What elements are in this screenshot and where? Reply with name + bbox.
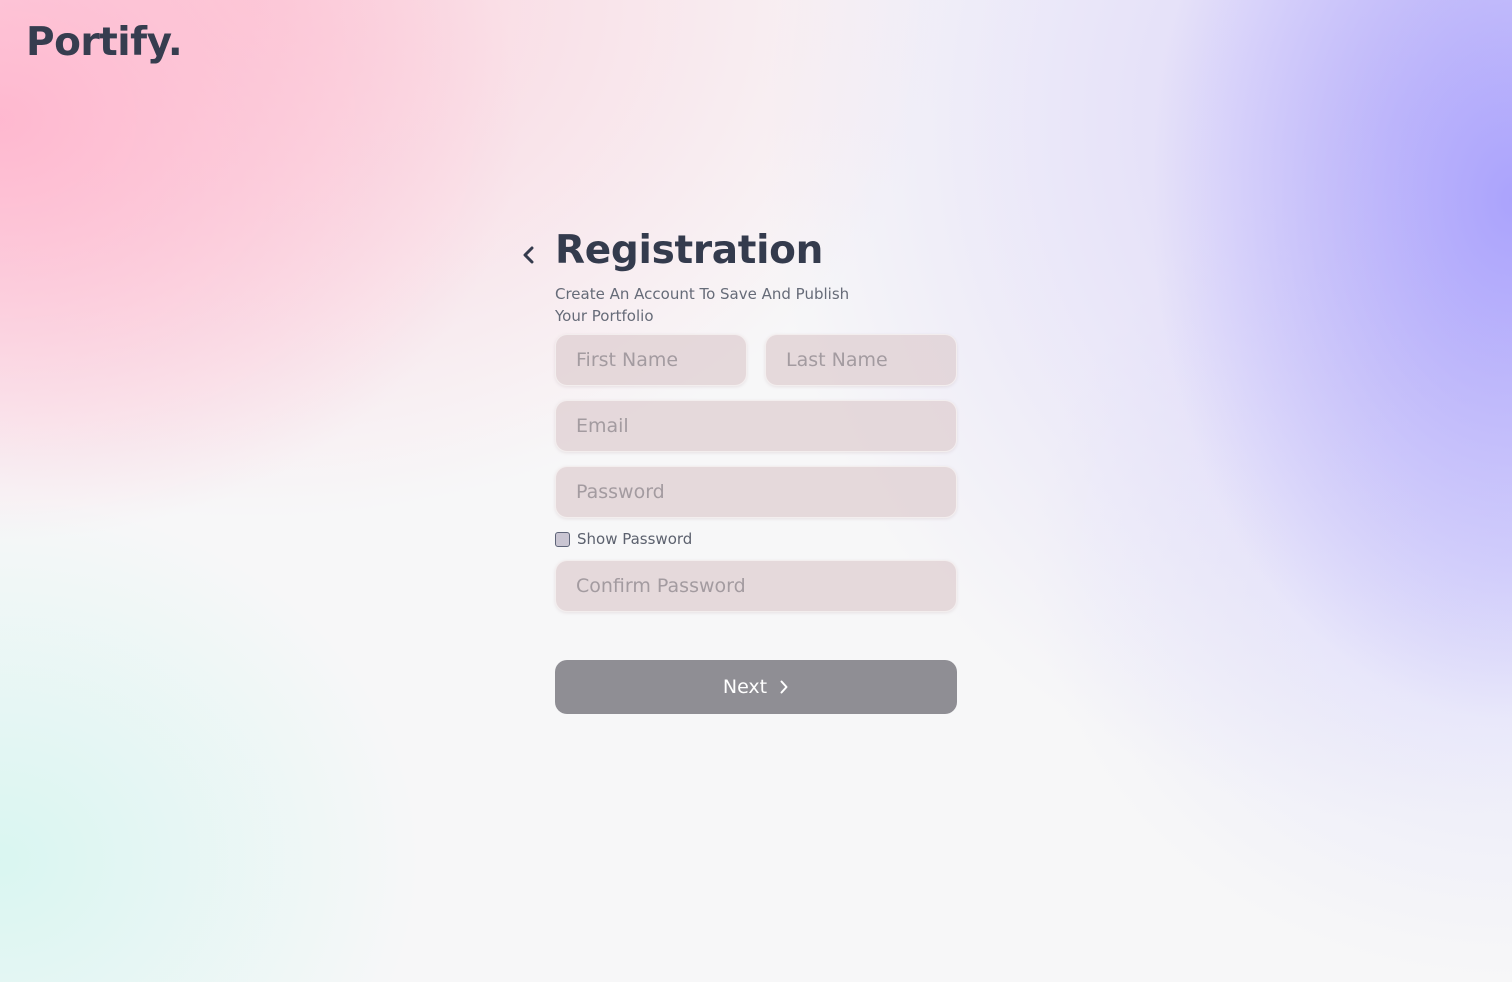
email-input[interactable] bbox=[555, 400, 957, 452]
chevron-right-icon bbox=[779, 679, 789, 695]
confirm-password-input[interactable] bbox=[555, 560, 957, 612]
next-button[interactable]: Next bbox=[555, 660, 957, 714]
app-logo[interactable]: Portify. bbox=[26, 20, 183, 65]
page-subtitle: Create An Account To Save And Publish Yo… bbox=[555, 285, 850, 325]
next-button-label: Next bbox=[722, 676, 768, 698]
show-password-checkbox[interactable] bbox=[555, 531, 570, 547]
first-name-input[interactable] bbox=[555, 334, 747, 386]
back-button[interactable] bbox=[514, 240, 544, 270]
chevron-left-icon bbox=[523, 246, 534, 264]
show-password-toggle[interactable]: Show Password bbox=[555, 529, 692, 549]
page-title: Registration bbox=[555, 228, 824, 273]
password-input[interactable] bbox=[555, 466, 957, 518]
last-name-input[interactable] bbox=[765, 334, 957, 386]
show-password-label: Show Password bbox=[577, 530, 693, 548]
